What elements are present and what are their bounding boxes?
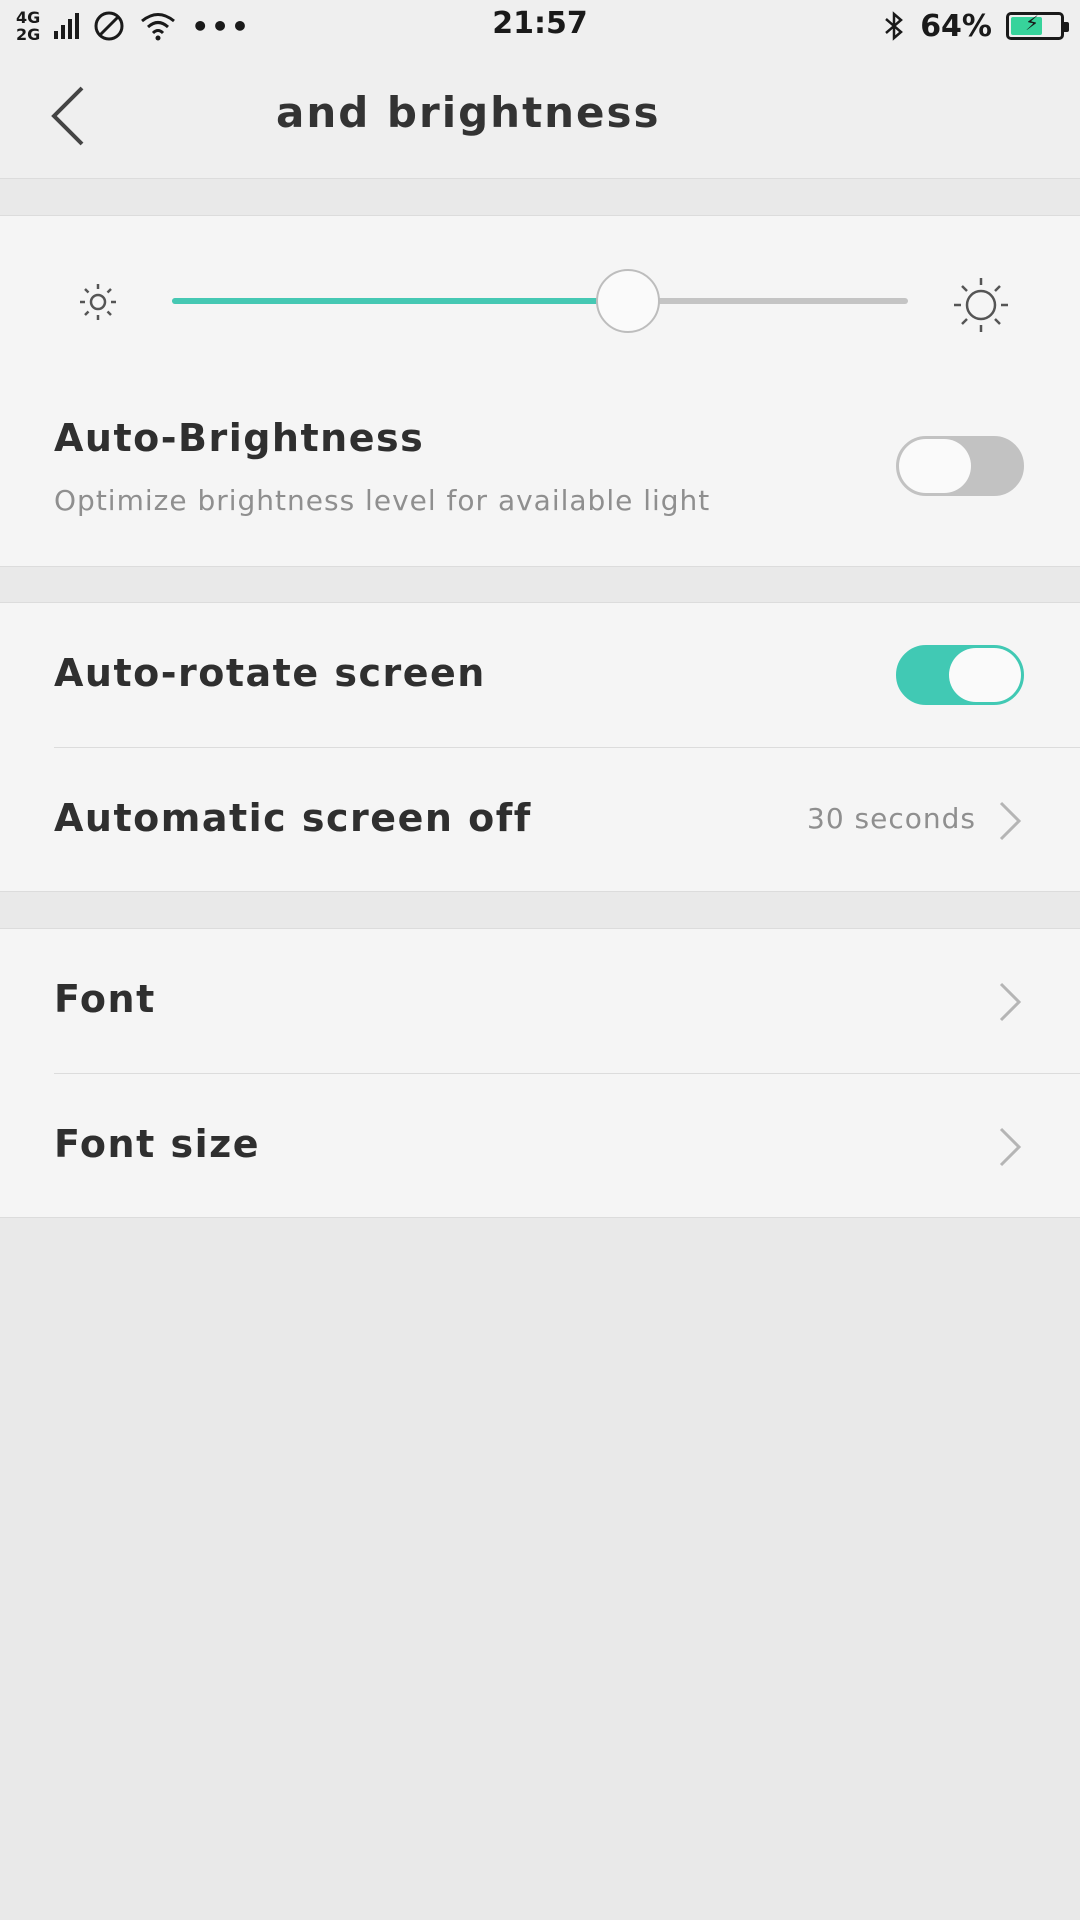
screen-off-label: Automatic screen off — [54, 796, 532, 840]
font-label: Font — [54, 977, 156, 1021]
back-arrow-icon[interactable] — [48, 84, 88, 148]
wifi-icon — [141, 13, 176, 41]
signal-icon — [54, 13, 80, 39]
toggle-knob — [949, 648, 1021, 702]
bluetooth-icon — [885, 11, 904, 41]
chevron-right-icon — [999, 982, 1022, 1022]
battery-charging-icon: ⚡ — [1006, 11, 1069, 40]
font-size-label: Font size — [54, 1122, 261, 1166]
auto-brightness-toggle[interactable] — [896, 436, 1024, 496]
sun-small-icon — [80, 284, 116, 320]
brightness-slider[interactable] — [172, 269, 908, 333]
font-card: Font Font size — [0, 928, 1080, 1218]
font-row[interactable]: Font — [0, 929, 1080, 1073]
font-size-row[interactable]: Font size — [0, 1074, 1080, 1218]
status-bar: 4G 2G ••• 21:57 64% ⚡ — [0, 0, 1080, 52]
brightness-slider-thumb[interactable] — [596, 269, 661, 333]
more-icon: ••• — [191, 9, 251, 43]
sun-large-icon — [954, 278, 1008, 332]
auto-rotate-label: Auto-rotate screen — [54, 651, 486, 695]
battery-percent: 64% — [920, 8, 992, 44]
chevron-right-icon — [999, 1127, 1022, 1167]
do-not-disturb-icon — [94, 11, 124, 41]
brightness-slider-fill — [172, 298, 629, 304]
auto-brightness-row[interactable]: Auto-Brightness Optimize brightness leve… — [0, 406, 1080, 556]
chevron-right-icon — [999, 801, 1022, 841]
auto-brightness-description: Optimize brightness level for available … — [54, 484, 711, 517]
screen-off-value: 30 seconds — [807, 802, 976, 835]
auto-rotate-toggle[interactable] — [896, 645, 1024, 705]
screen-card: Auto-rotate screen Automatic screen off … — [0, 602, 1080, 892]
screen-off-row[interactable]: Automatic screen off 30 seconds — [0, 748, 1080, 892]
page-title: and brightness — [276, 88, 661, 137]
network-type: 4G 2G — [16, 9, 40, 43]
brightness-slider-row — [0, 256, 1080, 346]
auto-rotate-row[interactable]: Auto-rotate screen — [0, 603, 1080, 747]
network-bottom: 2G — [16, 25, 41, 44]
header: and brightness — [0, 52, 1080, 179]
charging-bolt-icon: ⚡ — [1025, 11, 1040, 35]
network-top: 4G — [16, 8, 41, 27]
toggle-knob — [899, 439, 971, 493]
auto-brightness-label: Auto-Brightness — [54, 416, 425, 460]
brightness-card: Auto-Brightness Optimize brightness leve… — [0, 215, 1080, 567]
